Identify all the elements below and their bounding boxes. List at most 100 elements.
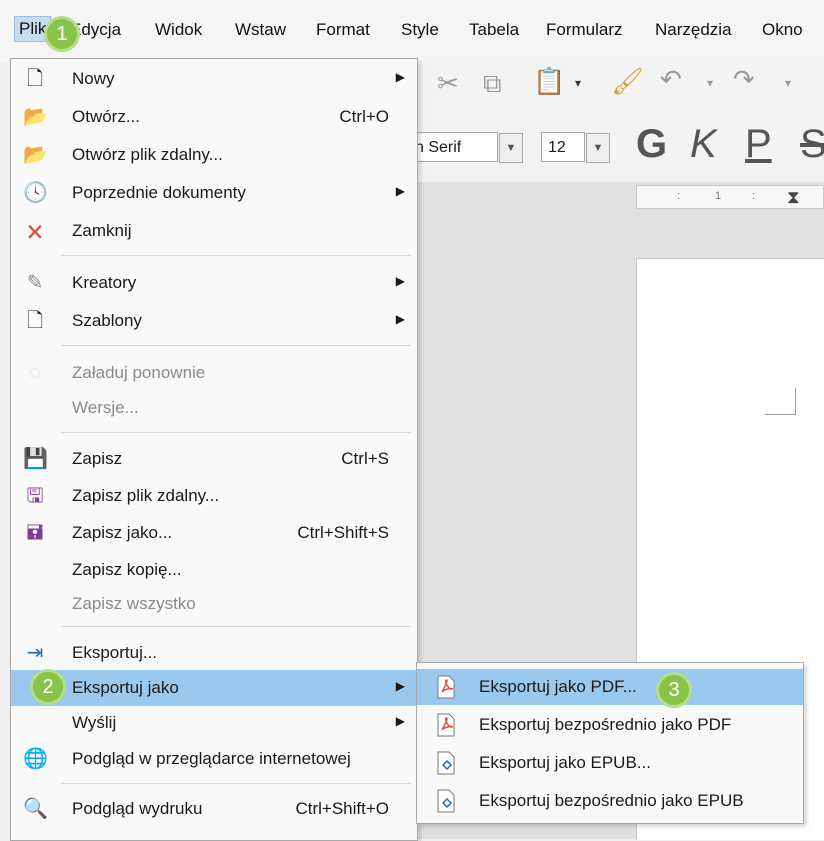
copy-icon[interactable]: ⧉ [483,68,502,100]
wizard-wand-icon: ✎ [26,272,44,294]
menu-item-label: Załaduj ponownie [72,363,206,382]
menu-item-label: Kreatory [72,273,137,292]
save-icon: 💾 [23,448,48,470]
menu-item-label: Otwórz... [72,107,141,126]
submenu-item-label: Eksportuj bezpośrednio jako EPUB [479,791,744,810]
epub-direct-icon [435,789,457,813]
ruler-mark: : [677,190,681,202]
menu-separator [61,783,411,784]
print-preview-icon: 🔍 [23,798,48,820]
menu-item-label: Zapisz kopię... [72,560,182,579]
menu-item-zapisz[interactable]: 💾 Zapisz Ctrl+S [11,441,417,477]
menu-item-label: Otwórz plik zdalny... [72,145,223,164]
menu-item-kreatory[interactable]: ✎ Kreatory ▶ [11,265,417,301]
menu-item-label: Wersje... [72,398,139,417]
export-as-submenu: Eksportuj jako PDF... Eksportuj bezpośre… [416,662,804,824]
menu-item-podglad-przegladarka[interactable]: 🌐 Podgląd w przeglądarce internetowej [11,741,417,777]
menu-item-label: Zapisz [72,449,123,468]
menu-item-label: Podgląd w przeglądarce internetowej [72,749,351,768]
menu-item-zapisz-kopie[interactable]: Zapisz kopię... [11,552,417,588]
menu-widok[interactable]: Widok [155,20,202,40]
menu-separator [61,255,411,256]
menu-item-podglad-wydruku[interactable]: 🔍 Podgląd wydruku Ctrl+Shift+O [11,791,417,827]
submenu-item-export-epub-direct[interactable]: Eksportuj bezpośrednio jako EPUB [417,783,803,819]
submenu-arrow-icon: ▶ [395,714,405,728]
redo-icon[interactable]: ↷ [733,64,755,95]
submenu-item-label: Eksportuj jako PDF... [479,677,637,696]
font-name-input[interactable]: n Serif [408,132,498,162]
step-badge-3: 3 [656,672,692,708]
cut-icon[interactable]: ✂ [437,68,459,99]
open-folder-icon: 📂 [23,106,48,128]
paste-dropdown-icon[interactable]: ▾ [575,76,581,90]
page-corner-marker [765,388,796,415]
submenu-arrow-icon: ▶ [395,70,405,84]
indent-marker-icon[interactable]: ⧗ [787,187,800,208]
template-icon: 🗋 [26,310,44,332]
menu-item-szablony[interactable]: 🗋 Szablony ▶ [11,303,417,339]
reload-icon: ◌ [29,362,41,384]
menu-tabela[interactable]: Tabela [469,20,519,40]
save-as-icon: 🖬 [26,522,44,544]
menu-item-label: Eksportuj... [72,643,158,662]
menu-item-label: Szablony [72,311,142,330]
submenu-item-label: Eksportuj jako EPUB... [479,753,651,772]
menu-item-eksportuj-jako[interactable]: Eksportuj jako ▶ [11,670,417,706]
menu-separator [61,432,411,433]
submenu-item-export-pdf[interactable]: Eksportuj jako PDF... [417,669,803,705]
ruler-mark: : [752,190,756,202]
menu-item-wersje: Wersje... [11,390,417,426]
menu-item-zamknij[interactable]: 🗙 Zamknij [11,213,417,249]
font-name-dropdown-icon[interactable]: ▼ [499,133,523,163]
undo-dropdown-icon[interactable]: ▾ [707,76,713,90]
menu-item-shortcut: Ctrl+Shift+S [297,523,389,542]
menu-item-poprzednie[interactable]: 🕓 Poprzednie dokumenty ▶ [11,175,417,211]
menu-item-label: Zapisz wszystko [72,594,196,613]
bold-button[interactable]: G [636,122,667,167]
menu-item-label: Poprzednie dokumenty [72,183,246,202]
menu-item-label: Nowy [72,69,115,88]
menu-item-wyslij[interactable]: Wyślij ▶ [11,705,417,741]
menu-wstaw[interactable]: Wstaw [235,20,286,40]
menu-item-otworz[interactable]: 📂 Otwórz... Ctrl+O [11,99,417,135]
menu-item-nowy[interactable]: 🗋 Nowy ▶ [11,61,417,97]
paste-icon[interactable]: 📋 [533,66,565,97]
menu-item-label: Podgląd wydruku [72,799,203,818]
menu-format[interactable]: Format [316,20,370,40]
menu-style[interactable]: Style [401,20,439,40]
open-remote-icon: 📂 [23,144,48,166]
undo-icon[interactable]: ↶ [660,64,682,95]
menu-item-zapisz-jako[interactable]: 🖬 Zapisz jako... Ctrl+Shift+S [11,515,417,551]
italic-button[interactable]: K [690,122,717,167]
font-size-dropdown-icon[interactable]: ▼ [586,133,610,163]
menu-item-zapisz-zdalny[interactable]: 🖫 Zapisz plik zdalny... [11,478,417,514]
menu-formularz[interactable]: Formularz [546,20,623,40]
menu-item-zapisz-wszystko: Zapisz wszystko [11,586,417,622]
submenu-arrow-icon: ▶ [395,274,405,288]
underline-button[interactable]: P [745,122,772,167]
menu-narzedzia[interactable]: Narzędzia [655,20,732,40]
font-size-input[interactable]: 12 [541,132,585,162]
submenu-item-label: Eksportuj bezpośrednio jako PDF [479,715,732,734]
menubar: Plik Edycja Widok Wstaw Format Style Tab… [0,0,824,62]
menu-okno[interactable]: Okno [762,20,803,40]
pdf-icon [435,675,457,699]
redo-dropdown-icon[interactable]: ▾ [785,76,791,90]
menu-item-label: Wyślij [72,713,117,732]
menu-item-eksportuj[interactable]: ⇥ Eksportuj... [11,635,417,671]
epub-icon [435,751,457,775]
menu-item-label: Zapisz jako... [72,523,173,542]
menu-item-shortcut: Ctrl+S [341,449,389,468]
step-badge-1: 1 [44,16,80,52]
save-remote-icon: 🖫 [26,485,44,507]
pdf-direct-icon [435,713,457,737]
menu-item-otworz-zdalny[interactable]: 📂 Otwórz plik zdalny... [11,137,417,173]
submenu-item-export-pdf-direct[interactable]: Eksportuj bezpośrednio jako PDF [417,707,803,743]
menu-item-shortcut: Ctrl+O [339,107,389,126]
file-menu: 🗋 Nowy ▶ 📂 Otwórz... Ctrl+O 📂 Otwórz pli… [10,58,418,841]
clone-formatting-icon[interactable]: 🖌 [611,66,644,97]
submenu-item-export-epub[interactable]: Eksportuj jako EPUB... [417,745,803,781]
menu-item-zaladuj-ponownie: ◌ Załaduj ponownie [11,355,417,391]
strikethrough-button[interactable]: S [800,122,824,167]
step-badge-2: 2 [30,669,66,705]
